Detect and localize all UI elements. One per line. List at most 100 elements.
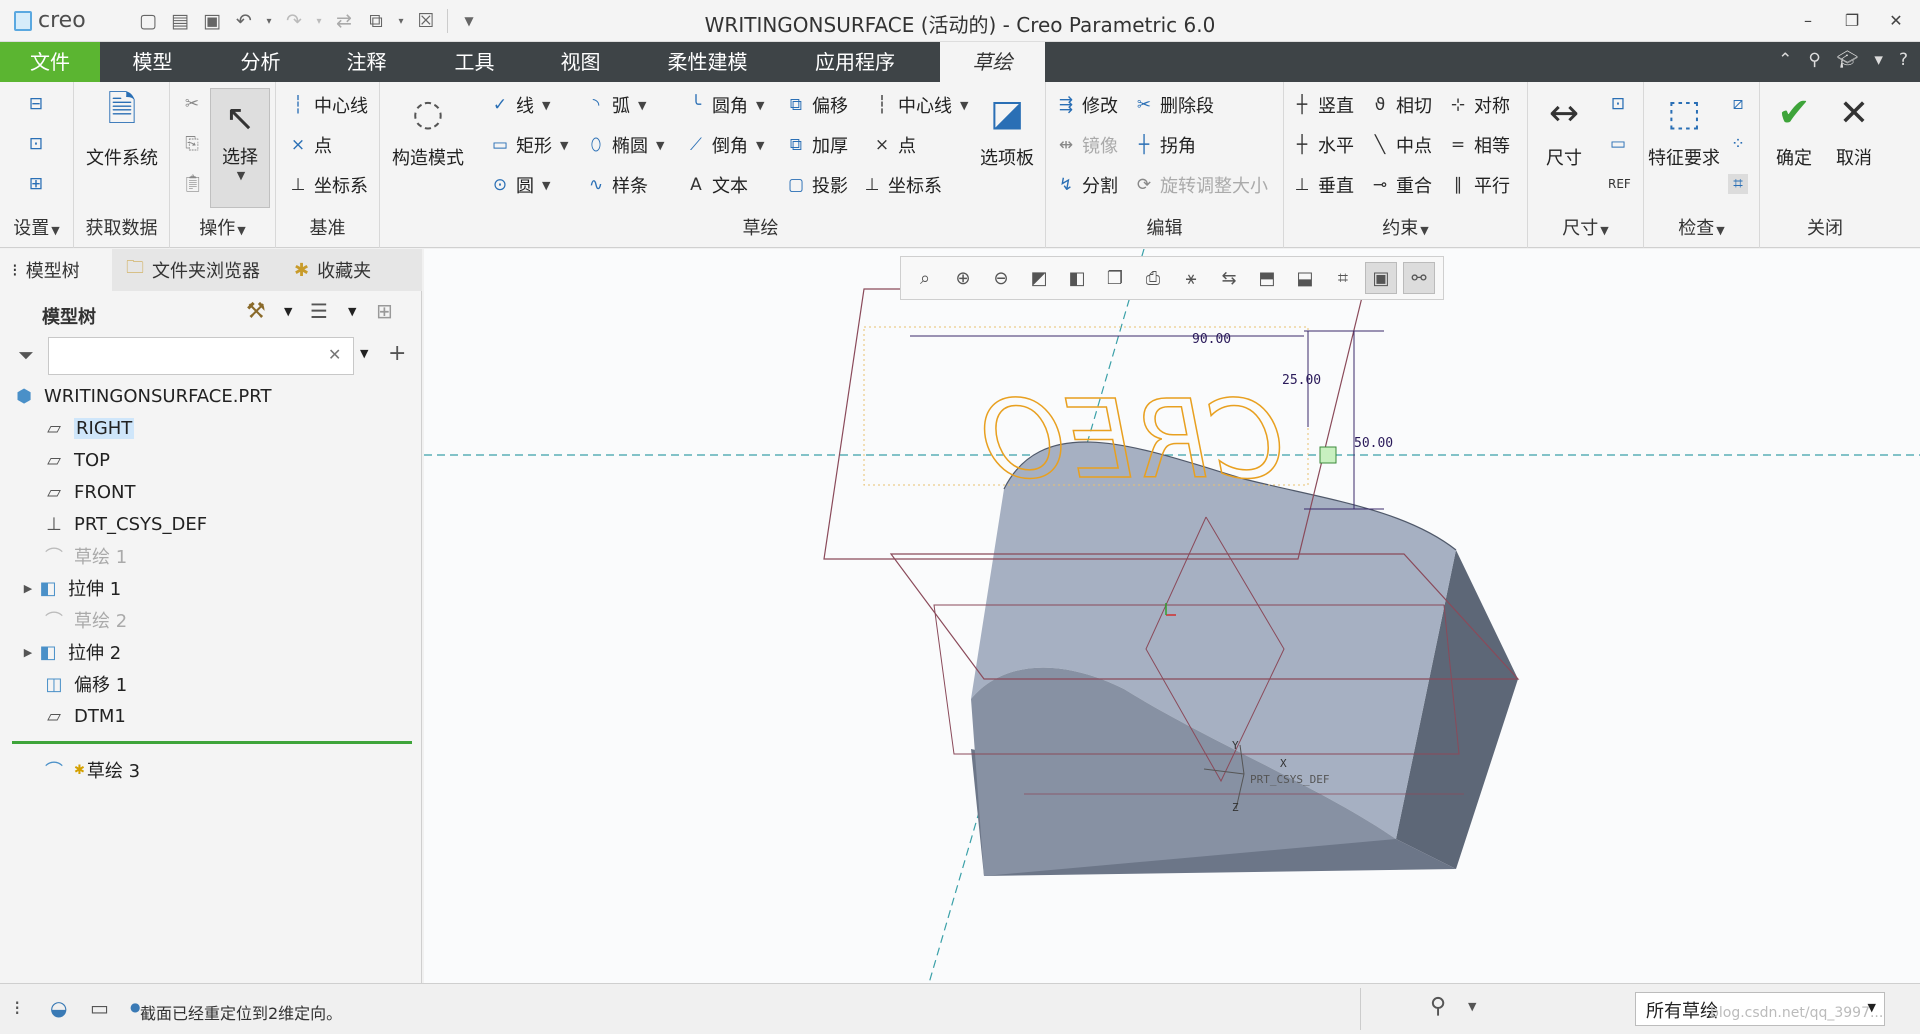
tree-item-sketch-2[interactable]: ⌒ 草绘 2: [42, 605, 127, 635]
tree-item-sketch-1[interactable]: ⌒ 草绘 1: [42, 541, 127, 571]
tree-item-active-sketch[interactable]: ⌒ ✱ 草绘 3: [42, 755, 140, 785]
tree-item-dtm1[interactable]: ▱ DTM1: [42, 701, 126, 731]
open-ends-icon[interactable]: ⁘: [1728, 134, 1748, 154]
refit-icon[interactable]: ⌕: [909, 262, 941, 294]
redo-dropdown-icon[interactable]: ▾: [313, 8, 325, 34]
expand-icon[interactable]: ▶: [20, 582, 36, 595]
sketch-point-button[interactable]: × 点: [872, 132, 916, 158]
repaint-icon[interactable]: ◩: [1023, 262, 1055, 294]
clear-search-icon[interactable]: ✕: [328, 345, 341, 364]
search-icon[interactable]: ⚲: [1808, 50, 1820, 70]
windows-dropdown-icon[interactable]: ▾: [395, 8, 407, 34]
file-system-button[interactable]: 🗎 文件系统: [82, 89, 162, 170]
project-button[interactable]: ▢ 投影: [786, 172, 848, 198]
regenerate-icon[interactable]: ⇄: [331, 8, 357, 34]
perimeter-dim-icon[interactable]: ⊡: [1608, 94, 1628, 114]
group-inspect-label[interactable]: 检查 ▼: [1644, 214, 1759, 240]
tree-item-front[interactable]: ▱ FRONT: [42, 477, 135, 507]
chamfer-button[interactable]: ⟋ 倒角 ▼: [686, 132, 764, 158]
modify-button[interactable]: ⇶ 修改: [1056, 92, 1118, 118]
zoom-in-icon[interactable]: ⊕: [947, 262, 979, 294]
tree-item-csys[interactable]: ⊥ PRT_CSYS_DEF: [42, 509, 207, 539]
tree-filter-icon[interactable]: ⊞: [376, 299, 393, 323]
equal-constraint-button[interactable]: = 相等: [1448, 132, 1510, 158]
feature-requirements-button[interactable]: ⬚ 特征要求: [1644, 90, 1724, 170]
ellipse-button[interactable]: ⬯ 椭圆 ▼: [586, 132, 665, 158]
close-icon[interactable]: ✕: [1886, 8, 1906, 32]
corner-button[interactable]: ┼ 拐角: [1134, 132, 1196, 158]
find-icon[interactable]: ⚲: [1430, 994, 1446, 1019]
arc-button[interactable]: ◝ 弧 ▼: [586, 92, 647, 118]
tab-flexible-modeling[interactable]: 柔性建模: [650, 42, 765, 82]
tab-view[interactable]: 视图: [538, 42, 623, 82]
midpoint-constraint-button[interactable]: ╲ 中点: [1370, 132, 1432, 158]
zoom-out-icon[interactable]: ⊖: [985, 262, 1017, 294]
add-filter-icon[interactable]: +: [388, 341, 406, 366]
model-viewport[interactable]: CREO 90.00 25.00 50.00 Y X Z PRT_CSYS_DE…: [424, 248, 1920, 984]
tangent-constraint-button[interactable]: ϑ 相切: [1370, 92, 1432, 118]
tab-file[interactable]: 文件: [0, 42, 100, 82]
tab-analysis[interactable]: 分析: [218, 42, 303, 82]
ok-button[interactable]: ✔ 确定: [1766, 90, 1822, 170]
mirror-button[interactable]: ⇹ 镜像: [1056, 132, 1118, 158]
dimension-button[interactable]: ↔ 尺寸: [1532, 90, 1596, 170]
text-button[interactable]: A 文本: [686, 172, 748, 198]
line-button[interactable]: ✓ 线 ▼: [490, 92, 551, 118]
divide-button[interactable]: ↯ 分割: [1056, 172, 1118, 198]
help-icon[interactable]: ?: [1899, 50, 1908, 70]
datum-display-icon[interactable]: ⇆: [1213, 262, 1245, 294]
tree-item-extrude-2[interactable]: ▶ ◧ 拉伸 2: [20, 637, 121, 667]
new-file-icon[interactable]: ▢: [135, 8, 161, 34]
sketch-centerline-button[interactable]: ┆ 中心线 ▼: [872, 92, 969, 118]
spin-center-icon[interactable]: ⬒: [1251, 262, 1283, 294]
cancel-button[interactable]: ✕ 取消: [1826, 90, 1882, 170]
tab-favorites[interactable]: ✱ 收藏夹: [282, 249, 402, 291]
annotation-display-icon[interactable]: ⬓: [1289, 262, 1321, 294]
tree-settings-dropdown-icon[interactable]: ▼: [284, 305, 292, 318]
customize-qat-icon[interactable]: ▼: [456, 8, 482, 34]
horizontal-constraint-button[interactable]: ┼ 水平: [1292, 132, 1354, 158]
datum-centerline-button[interactable]: ┆ 中心线: [288, 92, 368, 118]
tree-item-right[interactable]: ▱ RIGHT: [42, 413, 135, 443]
show-dropdown-icon[interactable]: ▼: [348, 305, 356, 318]
group-operations-label[interactable]: 操作 ▼: [170, 214, 275, 240]
undo-dropdown-icon[interactable]: ▾: [263, 8, 275, 34]
minimize-icon[interactable]: –: [1798, 8, 1818, 32]
close-window-icon[interactable]: ☒: [413, 8, 439, 34]
undo-icon[interactable]: ↶: [231, 8, 257, 34]
palette-button[interactable]: ◪ 选项板: [974, 90, 1040, 170]
tab-sketch[interactable]: 草绘: [940, 42, 1045, 82]
paste-icon[interactable]: 📋︎: [182, 174, 204, 194]
datum-csys-button[interactable]: ⊥ 坐标系: [288, 172, 368, 198]
select-button[interactable]: ↖ 选择 ▼: [210, 88, 270, 208]
tab-model[interactable]: 模型: [110, 42, 195, 82]
learning-icon[interactable]: 🎓︎: [1837, 50, 1859, 70]
shade-closed-icon[interactable]: ⌗: [1728, 174, 1748, 194]
browser-toggle-icon[interactable]: ◒: [50, 996, 67, 1020]
sketch-dims-icon[interactable]: ⚯: [1403, 262, 1435, 294]
navigator-toggle-icon[interactable]: ⁝: [14, 996, 20, 1020]
circle-button[interactable]: ⊙ 圆 ▼: [490, 172, 551, 198]
redo-icon[interactable]: ↷: [281, 8, 307, 34]
open-file-icon[interactable]: ▤: [167, 8, 193, 34]
tab-annotate[interactable]: 注释: [324, 42, 409, 82]
reference-icon[interactable]: ⊡: [26, 134, 46, 154]
tab-applications[interactable]: 应用程序: [800, 42, 910, 82]
group-constrain-label[interactable]: 约束 ▼: [1284, 214, 1527, 240]
sketch-display-icon[interactable]: ⌗: [1327, 262, 1359, 294]
group-dimension-label[interactable]: 尺寸 ▼: [1528, 214, 1643, 240]
perspective-icon[interactable]: ⚹: [1175, 262, 1207, 294]
find-dropdown-icon[interactable]: ▼: [1468, 1000, 1476, 1013]
offset-button[interactable]: ⧉ 偏移: [786, 92, 848, 118]
sketch-view-icon[interactable]: ▣: [1365, 262, 1397, 294]
dropdown-icon[interactable]: ▾: [1874, 50, 1883, 70]
tab-model-tree[interactable]: ⁝ 模型树: [0, 249, 112, 291]
rectangle-button[interactable]: ▭ 矩形 ▼: [490, 132, 569, 158]
search-dropdown-icon[interactable]: ▼: [360, 347, 368, 360]
graphics-window[interactable]: CREO 90.00 25.00 50.00 Y X Z PRT_CSYS_DE…: [424, 248, 1920, 984]
parallel-constraint-button[interactable]: ∥ 平行: [1448, 172, 1510, 198]
sketch-setup-icon[interactable]: ⊟: [26, 94, 46, 114]
cut-icon[interactable]: ✂: [182, 94, 202, 114]
save-icon[interactable]: ▣: [199, 8, 225, 34]
saved-orientations-icon[interactable]: ❐: [1099, 262, 1131, 294]
